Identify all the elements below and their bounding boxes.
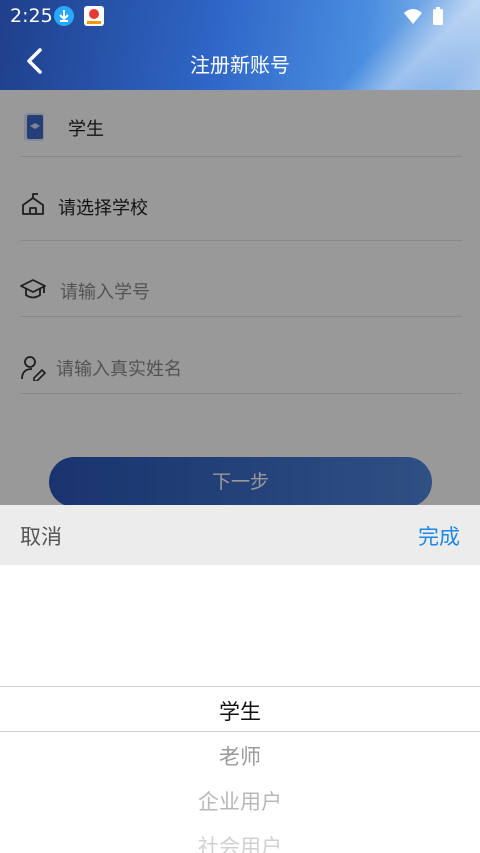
role-picker-sheet: 取消 完成 学生 老师 企业用户 社会用户 [0,505,480,853]
selection-line-top [0,686,480,687]
page-title: 注册新账号 [190,53,290,77]
cancel-button[interactable]: 取消 [20,521,62,551]
status-time: 2:25 [10,5,53,27]
battery-icon [433,7,443,25]
picker-option-selected[interactable]: 学生 [0,696,480,726]
app-notification-icon [84,6,104,26]
role-picker-wheel[interactable]: 学生 老师 企业用户 社会用户 [0,565,480,853]
picker-option[interactable]: 老师 [0,741,480,771]
picker-option[interactable]: 企业用户 [0,786,480,816]
done-button[interactable]: 完成 [418,521,460,551]
status-bar: 2:25 [0,0,480,32]
wifi-icon [404,9,422,24]
picker-toolbar: 取消 完成 [0,505,480,565]
selection-line-bottom [0,731,480,732]
download-icon [54,6,74,26]
picker-option[interactable]: 社会用户 [0,831,480,853]
app-header: 2:25 注册新账号 [0,0,480,90]
